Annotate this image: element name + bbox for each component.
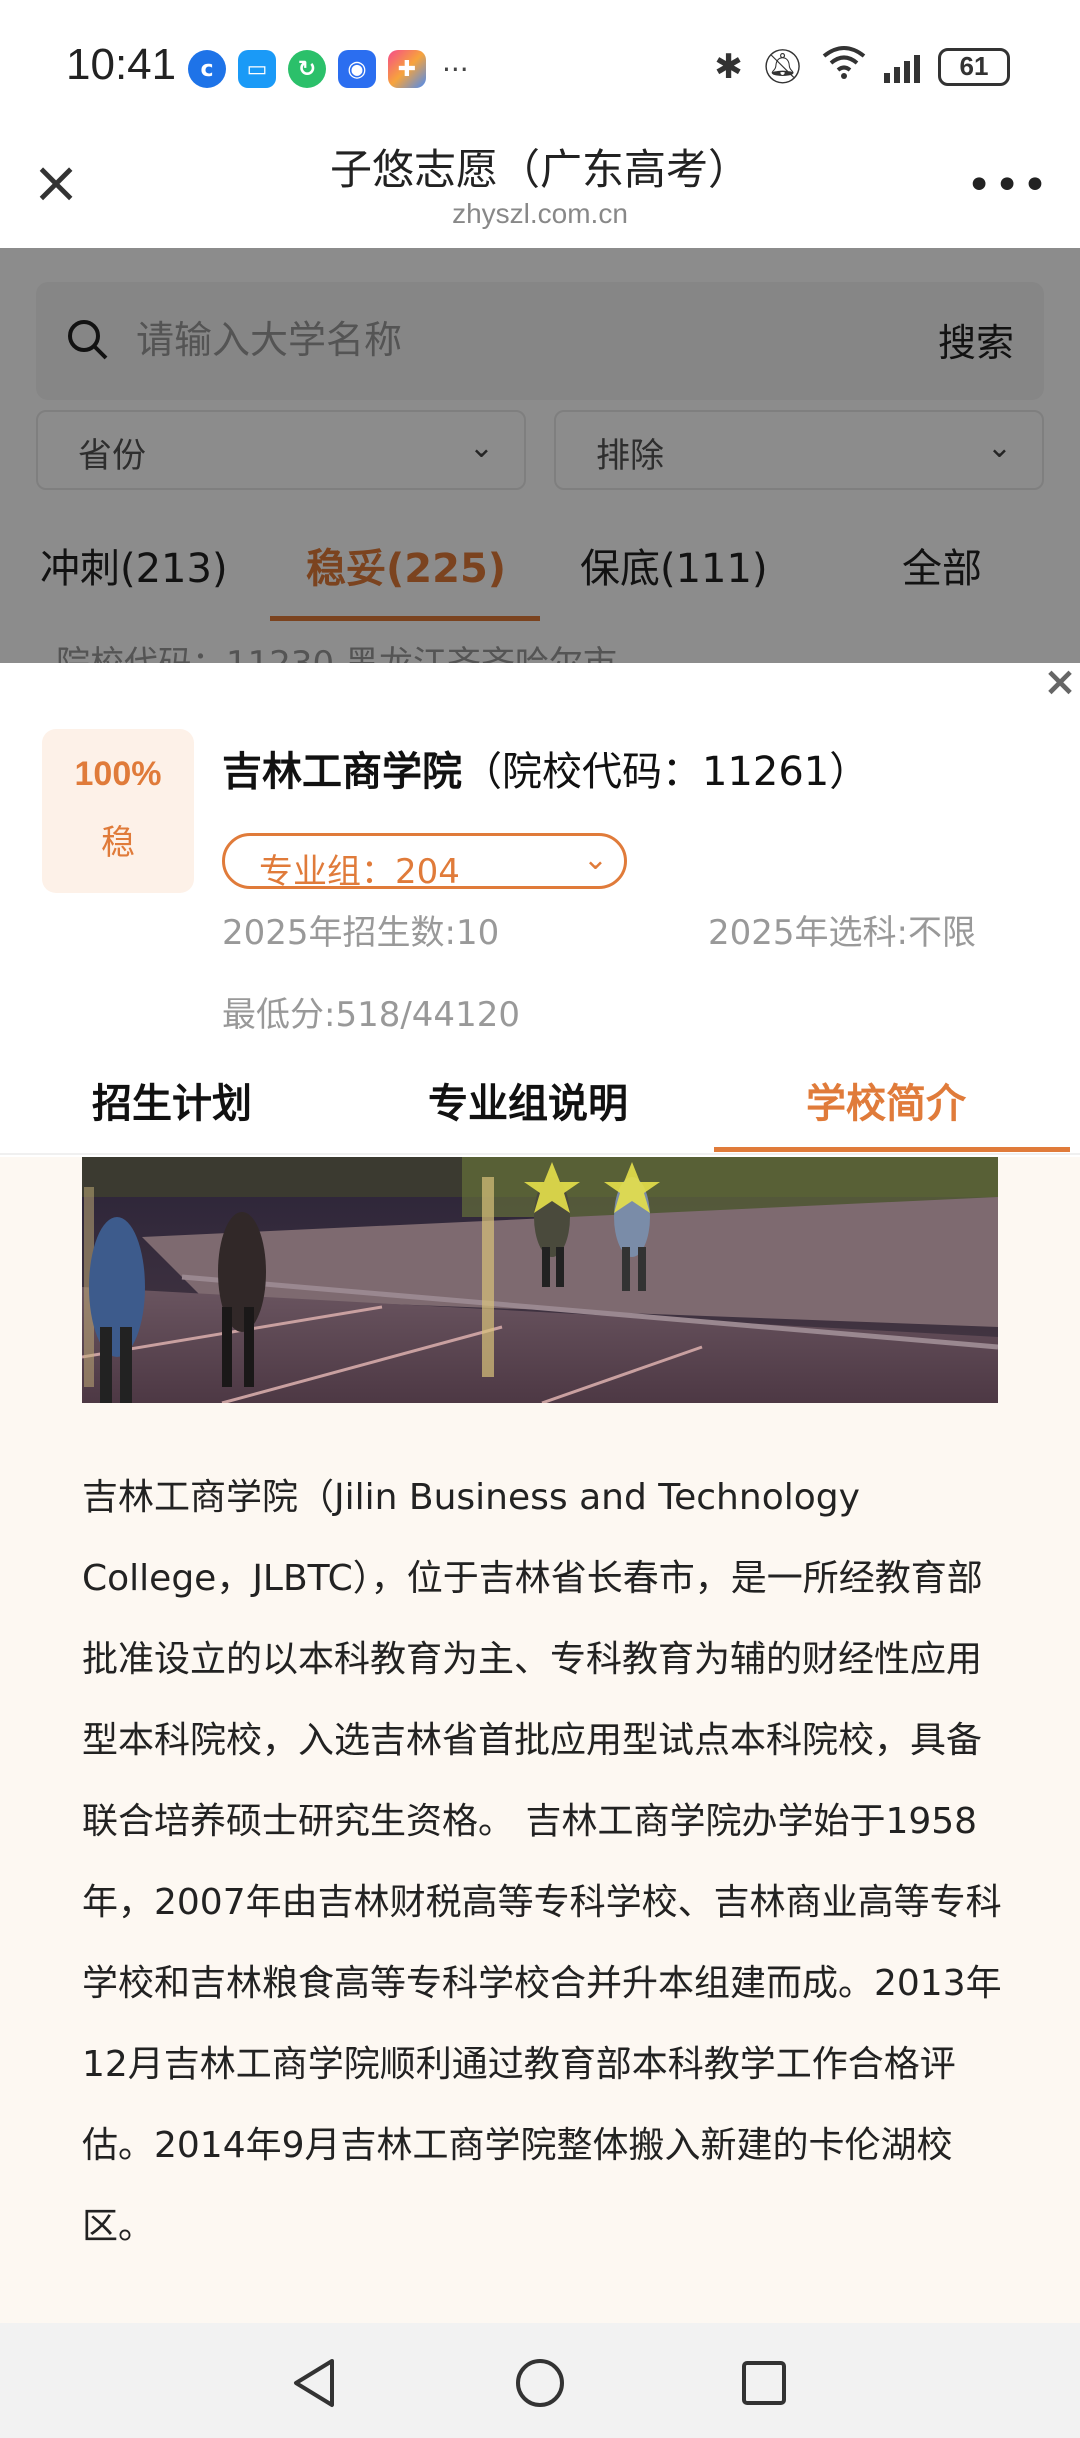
school-intro-content[interactable]: 吉林工商学院（Jilin Business and Technology Col… [0, 1157, 1080, 2323]
battery-icon: 61 [938, 47, 1010, 86]
page-url: zhyszl.com.cn [452, 198, 628, 229]
min-score: 最低分:518/44120 [222, 995, 520, 1035]
tab-school-intro[interactable]: 学校简介 [806, 1071, 966, 1129]
school-code: （院校代码：11261） [462, 749, 870, 795]
wifi-icon [822, 44, 866, 89]
status-bar: 10:41 c ▭ ↻ ◉ ✚ ··· ✱ 🔕︎ 61 [0, 0, 1080, 130]
system-nav-bar [0, 2323, 1080, 2438]
bluetooth-icon: ✱ [714, 46, 743, 87]
campus-photo [82, 1157, 998, 1403]
app-icon-browser: c [188, 50, 226, 88]
mute-icon: 🔕︎ [760, 46, 804, 87]
major-group-label: 专业组：204 [259, 852, 460, 892]
app-icon-message: ▭ [238, 50, 276, 88]
app-icon-lightbulb: ◉ [338, 50, 376, 88]
notification-icons: c ▭ ↻ ◉ ✚ ··· [188, 50, 469, 88]
app-icon-sync: ↻ [288, 50, 326, 88]
probability-label: 稳 [101, 823, 135, 863]
tab-group-description[interactable]: 专业组说明 [428, 1071, 628, 1129]
browser-title-bar: × 子悠志愿（广东高考） zhyszl.com.cn ••• [0, 130, 1080, 248]
modal-overlay[interactable] [0, 248, 1080, 663]
back-icon[interactable] [284, 2353, 344, 2413]
status-time: 10:41 [66, 40, 177, 89]
app-icon-shortcut: ✚ [388, 50, 426, 88]
school-name: 吉林工商学院 [222, 749, 462, 795]
probability-badge: 100% 稳 [42, 729, 194, 893]
probability-value: 100% [74, 755, 162, 793]
more-menu-icon[interactable]: ••• [966, 160, 1050, 211]
major-group-dropdown[interactable]: 专业组：204 ⌄ [222, 833, 627, 892]
page-title: 子悠志愿（广东高考） [329, 145, 750, 194]
chevron-down-icon: ⌄ [582, 842, 608, 877]
enrollment-count: 2025年招生数:10 [222, 913, 500, 953]
tab-enrollment-plan[interactable]: 招生计划 [92, 1071, 252, 1129]
close-icon[interactable]: × [1040, 663, 1080, 707]
school-title: 吉林工商学院（院校代码：11261） [222, 739, 869, 797]
system-icons: ✱ 🔕︎ 61 [714, 44, 1010, 89]
school-description: 吉林工商学院（Jilin Business and Technology Col… [82, 1477, 1002, 2247]
active-tab-indicator [714, 1147, 1070, 1152]
detail-tabs: 招生计划 专业组说明 学校简介 [0, 1043, 1080, 1155]
home-icon[interactable] [510, 2353, 570, 2413]
subject-requirement: 2025年选科:不限 [708, 913, 976, 953]
recents-icon[interactable] [734, 2353, 794, 2413]
school-detail-sheet: × 100% 稳 吉林工商学院（院校代码：11261） 专业组：204 ⌄ 20… [0, 663, 1080, 2323]
signal-icon [884, 51, 920, 83]
more-notifications-icon: ··· [442, 52, 469, 86]
